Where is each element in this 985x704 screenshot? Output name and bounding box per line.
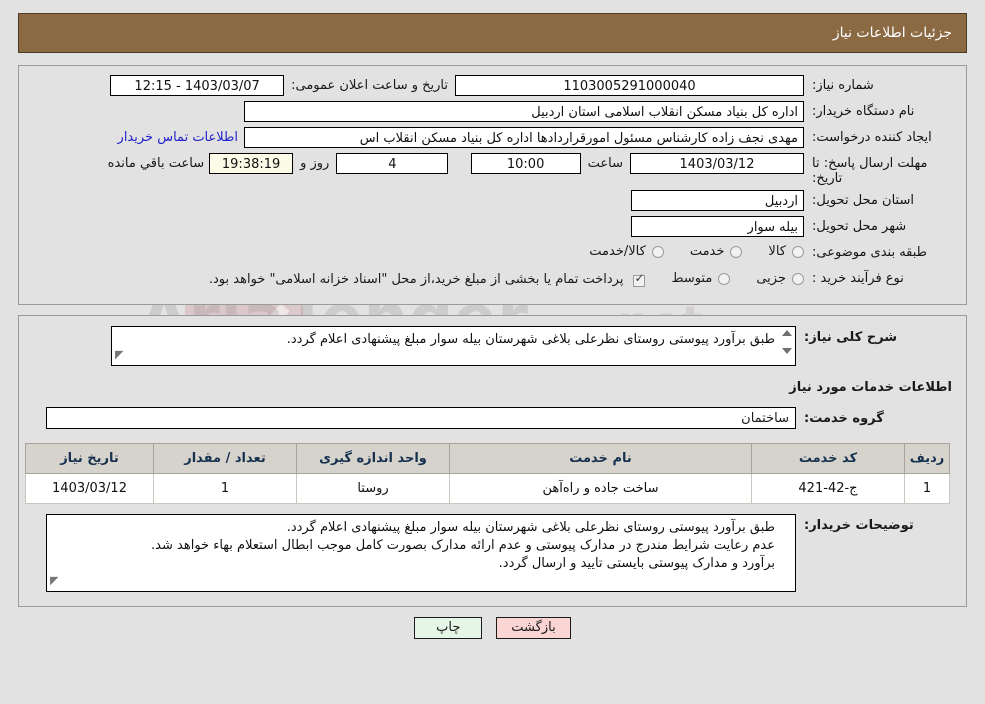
table-header-row: ردیف کد خدمت نام خدمت واحد اندازه گیری ت… xyxy=(25,443,950,474)
city-label: شهر محل تحویل: xyxy=(812,219,907,234)
radio-icon-kala[interactable] xyxy=(792,245,804,258)
buyer-notes-label: توضیحات خریدار: xyxy=(804,518,914,533)
row-general-description: شرح کلی نیاز: طبق برآورد پیوستی روستای ن… xyxy=(31,326,954,366)
days-separator-label: روز و xyxy=(300,156,330,171)
col-unit: واحد اندازه گیری xyxy=(296,443,450,474)
service-group-label: گروه خدمت: xyxy=(804,410,884,426)
description-label: شرح کلی نیاز: xyxy=(804,330,898,345)
province-label: استان محل تحویل: xyxy=(812,193,914,208)
col-radif: ردیف xyxy=(904,443,950,474)
category-label: طبقه بندی موضوعی: xyxy=(812,245,928,260)
row-creator: ایجاد کننده درخواست: مهدی نجف زاده کارشن… xyxy=(31,127,954,149)
remaining-days-value: 4 xyxy=(336,153,449,174)
city-value: بیله سوار xyxy=(631,216,804,237)
process-option-motevaset[interactable]: متوسط xyxy=(671,271,731,286)
description-scrollbar[interactable] xyxy=(780,329,793,355)
cell-radif: 1 xyxy=(904,473,950,504)
province-value: اردبیل xyxy=(631,190,804,211)
treasury-checkbox[interactable] xyxy=(633,272,646,287)
announce-label: تاریخ و ساعت اعلان عمومی: xyxy=(291,78,448,93)
col-date: تاریخ نیاز xyxy=(25,443,154,474)
process-option-jozi-label: جزیی xyxy=(756,271,786,286)
row-need-number: شماره نیاز: 1103005291000040 تاریخ و ساع… xyxy=(31,75,954,97)
radio-icon-khedmat[interactable] xyxy=(730,245,743,258)
cell-qty: 1 xyxy=(153,473,297,504)
row-buyer-org: نام دستگاه خریدار: اداره کل بنیاد مسکن ا… xyxy=(31,101,954,123)
buyer-notes-line-1: طبق برآورد پیوستی روستای نظرعلی بلاغی شه… xyxy=(286,520,775,535)
cell-unit: روستا xyxy=(296,473,450,504)
buyer-contact-link[interactable]: اطلاعات تماس خریدار xyxy=(118,127,244,145)
page-title: جزئیات اطلاعات نیاز xyxy=(832,25,952,41)
row-process-type: نوع فرآیند خرید : جزیی متوسط پرداخت تمام… xyxy=(31,268,954,290)
cell-code: ج-42-421 xyxy=(751,473,905,504)
deadline-label: مهلت ارسال پاسخ: تا تاریخ: xyxy=(812,156,928,186)
radio-icon-kala-khedmat[interactable] xyxy=(651,245,664,258)
need-info-panel: شماره نیاز: 1103005291000040 تاریخ و ساع… xyxy=(18,65,967,305)
creator-label: ایجاد کننده درخواست: xyxy=(812,130,932,145)
deadline-date-value: 1403/03/12 xyxy=(630,153,804,174)
process-option-motevaset-label: متوسط xyxy=(671,271,713,286)
radio-icon-jozi[interactable] xyxy=(792,272,804,285)
buyer-org-label: نام دستگاه خریدار: xyxy=(812,104,915,119)
footer-actions: بازگشت چاپ xyxy=(0,617,985,639)
category-option-khedmat[interactable]: خدمت xyxy=(690,244,743,259)
category-option-kala-label: کالا xyxy=(768,244,786,259)
row-city: شهر محل تحویل: بیله سوار xyxy=(31,216,954,238)
print-button[interactable]: چاپ xyxy=(414,617,483,639)
category-option-kala[interactable]: کالا xyxy=(768,244,804,259)
category-option-kala-khedmat[interactable]: کالا/خدمت xyxy=(589,244,664,259)
page-header: جزئیات اطلاعات نیاز xyxy=(18,13,967,53)
row-buyer-notes: توضیحات خریدار: طبق برآورد پیوستی روستای… xyxy=(31,514,954,592)
buyer-org-value: اداره کل بنیاد مسکن انقلاب اسلامی استان … xyxy=(244,101,804,122)
services-section-title: اطلاعات خدمات مورد نیاز xyxy=(789,380,952,395)
announce-value: 1403/03/07 - 12:15 xyxy=(110,75,285,96)
hour-label: ساعت xyxy=(587,156,623,171)
need-details-panel: شرح کلی نیاز: طبق برآورد پیوستی روستای ن… xyxy=(18,315,967,607)
service-group-value: ساختمان xyxy=(46,407,796,429)
description-value: طبق برآورد پیوستی روستای نظرعلی بلاغی شه… xyxy=(286,332,775,347)
deadline-time-value: 10:00 xyxy=(470,153,581,174)
countdown-suffix-label: ساعت باقي مانده xyxy=(107,156,205,171)
services-table: ردیف کد خدمت نام خدمت واحد اندازه گیری ت… xyxy=(25,443,950,504)
cell-date: 1403/03/12 xyxy=(25,473,154,504)
description-textarea[interactable]: طبق برآورد پیوستی روستای نظرعلی بلاغی شه… xyxy=(111,326,796,366)
need-number-label: شماره نیاز: xyxy=(812,78,874,93)
process-radio-group: جزیی متوسط پرداخت تمام یا بخشی از مبلغ خ… xyxy=(209,268,804,287)
process-label: نوع فرآیند خرید : xyxy=(812,271,904,286)
radio-icon-motevaset[interactable] xyxy=(718,272,731,285)
cell-name: ساخت جاده و راه‌آهن xyxy=(449,473,752,504)
treasury-note-label: پرداخت تمام یا بخشی از مبلغ خرید،از محل … xyxy=(208,272,624,287)
scroll-up-icon[interactable] xyxy=(781,330,792,336)
need-number-value: 1103005291000040 xyxy=(455,75,804,96)
row-deadline: مهلت ارسال پاسخ: تا تاریخ: 1403/03/12 سا… xyxy=(31,153,954,186)
creator-value: مهدی نجف زاده کارشناس مسئول امورقرارداده… xyxy=(244,127,804,148)
services-table-wrap: ردیف کد خدمت نام خدمت واحد اندازه گیری ت… xyxy=(25,443,954,504)
buyer-notes-line-3: برآورد و مدارک پیوستی بایستی تایید و ارس… xyxy=(498,556,775,571)
buyer-notes-textarea[interactable]: طبق برآورد پیوستی روستای نظرعلی بلاغی شه… xyxy=(46,514,796,592)
category-radio-group: کالا خدمت کالا/خدمت xyxy=(563,242,804,259)
category-option-khedmat-label: خدمت xyxy=(689,244,725,259)
row-service-group: گروه خدمت: ساختمان xyxy=(31,407,954,429)
col-code: کد خدمت xyxy=(751,443,905,474)
back-button[interactable]: بازگشت xyxy=(496,617,571,639)
table-row: 1 ج-42-421 ساخت جاده و راه‌آهن روستا 1 1… xyxy=(25,473,950,504)
col-qty: تعداد / مقدار xyxy=(153,443,297,474)
row-province: استان محل تحویل: اردبیل xyxy=(31,190,954,212)
countdown-timer: 19:38:19 xyxy=(209,153,294,174)
row-category: طبقه بندی موضوعی: کالا خدمت کالا/خدمت xyxy=(31,242,954,264)
category-option-kala-khedmat-label: کالا/خدمت xyxy=(589,244,646,259)
buyer-notes-resize-grip-icon[interactable]: ◥ xyxy=(50,572,58,590)
resize-grip-icon[interactable]: ◥ xyxy=(115,346,123,364)
scroll-down-icon[interactable] xyxy=(781,348,792,354)
process-option-jozi[interactable]: جزیی xyxy=(756,271,804,286)
col-name: نام خدمت xyxy=(449,443,752,474)
buyer-notes-line-2: عدم رعایت شرایط مندرج در مدارک پیوستی و … xyxy=(151,538,775,553)
